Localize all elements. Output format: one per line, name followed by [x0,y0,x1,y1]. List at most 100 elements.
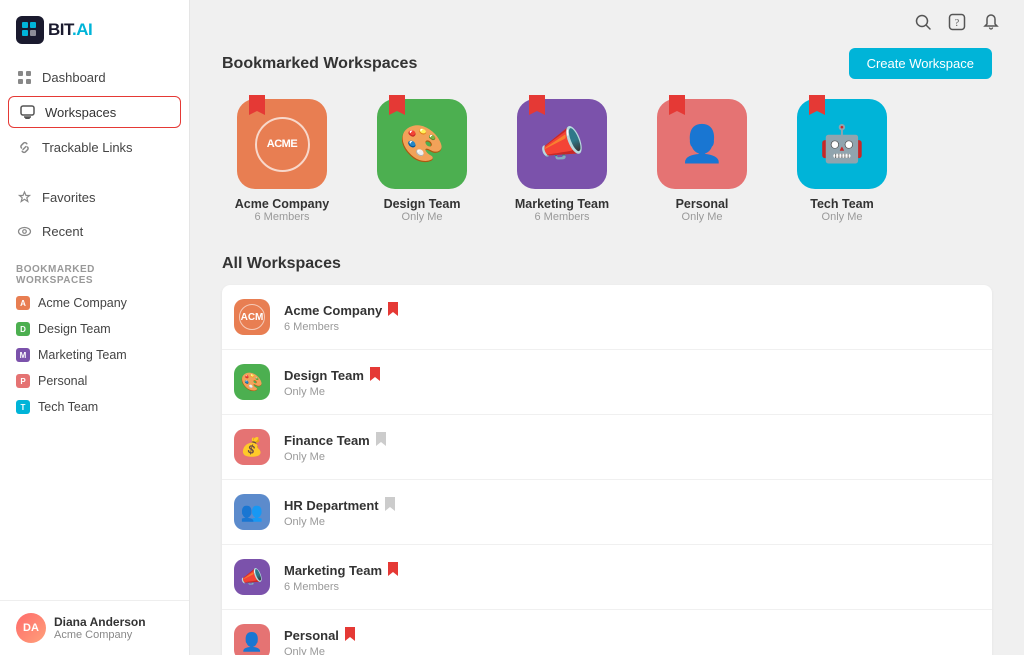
personal-icon: 👤 [680,123,725,165]
primary-nav: Dashboard Workspaces Trackable Links [0,56,189,168]
list-item-finance[interactable]: 💰 Finance Team Only Me [222,415,992,480]
tech-dot: T [16,400,30,414]
sidebar-item-marketing[interactable]: M Marketing Team [0,342,189,368]
bookmarked-section-title: BOOKMARKED WORKSPACES [0,252,189,290]
list-item-acme[interactable]: ACM Acme Company 6 Members [222,285,992,350]
card-acme-meta: 6 Members [254,211,309,223]
list-marketing-name: Marketing Team [284,562,980,579]
sidebar-marketing-label: Marketing Team [38,348,127,362]
tech-icon: 🤖 [820,123,865,165]
star-icon [16,189,32,205]
user-avatar: DA [16,613,46,643]
list-item-hr[interactable]: 👥 HR Department Only Me [222,480,992,545]
nav-recent-label: Recent [42,224,83,239]
sidebar-design-label: Design Team [38,322,111,336]
nav-favorites-label: Favorites [42,190,95,205]
list-personal-meta: Only Me [284,646,980,655]
card-design[interactable]: 🎨 Design Team Only Me [362,99,482,223]
sidebar-tech-label: Tech Team [38,400,98,414]
marketing-bookmark-icon [388,562,398,579]
list-hr-name: HR Department [284,497,980,514]
list-finance-name: Finance Team [284,432,980,449]
list-personal-icon: 👤 [234,624,270,655]
eye-icon [16,223,32,239]
nav-recent[interactable]: Recent [0,214,189,248]
sidebar-item-acme[interactable]: A Acme Company [0,290,189,316]
nav-dashboard-label: Dashboard [42,70,106,85]
bookmarked-cards-list: ACME Acme Company 6 Members 🎨 Design Tea… [222,99,992,223]
list-acme-icon: ACM [234,299,270,335]
sidebar-personal-label: Personal [38,374,87,388]
user-name: Diana Anderson [54,615,146,629]
bookmark-badge-design [389,95,405,115]
logo-icon [16,16,44,44]
sidebar-acme-label: Acme Company [38,296,127,310]
nav-dashboard[interactable]: Dashboard [0,60,189,94]
list-personal-info: Personal Only Me [284,627,980,655]
all-workspaces-title: All Workspaces [222,255,992,273]
card-tech-name: Tech Team [810,197,873,211]
list-finance-info: Finance Team Only Me [284,432,980,463]
list-finance-icon: 💰 [234,429,270,465]
card-acme[interactable]: ACME Acme Company 6 Members [222,99,342,223]
list-marketing-meta: 6 Members [284,581,980,593]
sidebar: BIT.AI Dashboard Workspaces Trackable Li… [0,0,190,655]
user-info: Diana Anderson Acme Company [54,615,146,641]
nav-workspaces[interactable]: Workspaces [8,96,181,128]
design-bookmark-icon [370,367,380,384]
card-marketing-meta: 6 Members [534,211,589,223]
bell-icon[interactable] [982,13,1000,36]
list-design-name: Design Team [284,367,980,384]
card-design-meta: Only Me [402,211,443,223]
main-content: ? Bookmarked Workspaces Create Workspace… [190,0,1024,655]
sidebar-item-personal[interactable]: P Personal [0,368,189,394]
help-icon[interactable]: ? [948,13,966,36]
create-workspace-button[interactable]: Create Workspace [849,48,992,79]
logo-text: BIT.AI [48,20,92,40]
all-workspaces-section: All Workspaces ACM Acme Company 6 Member… [222,255,992,655]
list-personal-name: Personal [284,627,980,644]
sidebar-item-tech[interactable]: T Tech Team [0,394,189,420]
bookmark-badge-acme [249,95,265,115]
list-design-meta: Only Me [284,386,980,398]
list-marketing-info: Marketing Team 6 Members [284,562,980,593]
card-design-name: Design Team [384,197,461,211]
list-hr-icon: 👥 [234,494,270,530]
list-finance-meta: Only Me [284,451,980,463]
logo: BIT.AI [0,0,189,56]
sidebar-bookmarked-list: A Acme Company D Design Team M Marketing… [0,290,189,420]
list-design-icon: 🎨 [234,364,270,400]
list-acme-name: Acme Company [284,302,980,319]
all-workspaces-list: ACM Acme Company 6 Members 🎨 Design Team [222,285,992,655]
marketing-icon: 📣 [540,123,585,165]
card-tech[interactable]: 🤖 Tech Team Only Me [782,99,902,223]
hr-bookmark-icon [385,497,395,514]
personal-bookmark-icon [345,627,355,644]
bookmarked-title: Bookmarked Workspaces [222,55,417,73]
nav-trackable-links[interactable]: Trackable Links [0,130,189,164]
user-profile[interactable]: DA Diana Anderson Acme Company [0,600,189,655]
search-icon[interactable] [914,13,932,36]
bookmark-badge-tech [809,95,825,115]
dashboard-icon [16,69,32,85]
list-acme-info: Acme Company 6 Members [284,302,980,333]
svg-text:?: ? [955,18,960,29]
secondary-nav: Favorites Recent [0,176,189,252]
marketing-dot: M [16,348,30,362]
sidebar-item-design[interactable]: D Design Team [0,316,189,342]
card-marketing[interactable]: 📣 Marketing Team 6 Members [502,99,622,223]
card-personal[interactable]: 👤 Personal Only Me [642,99,762,223]
list-item-marketing[interactable]: 📣 Marketing Team 6 Members [222,545,992,610]
nav-favorites[interactable]: Favorites [0,180,189,214]
list-item-personal[interactable]: 👤 Personal Only Me [222,610,992,655]
link-icon [16,139,32,155]
acme-dot: A [16,296,30,310]
list-acme-meta: 6 Members [284,321,980,333]
acme-bookmark-icon [388,302,398,319]
card-personal-name: Personal [676,197,729,211]
card-marketing-name: Marketing Team [515,197,609,211]
list-marketing-icon: 📣 [234,559,270,595]
nav-trackable-links-label: Trackable Links [42,140,133,155]
finance-bookmark-icon [376,432,386,449]
list-item-design[interactable]: 🎨 Design Team Only Me [222,350,992,415]
